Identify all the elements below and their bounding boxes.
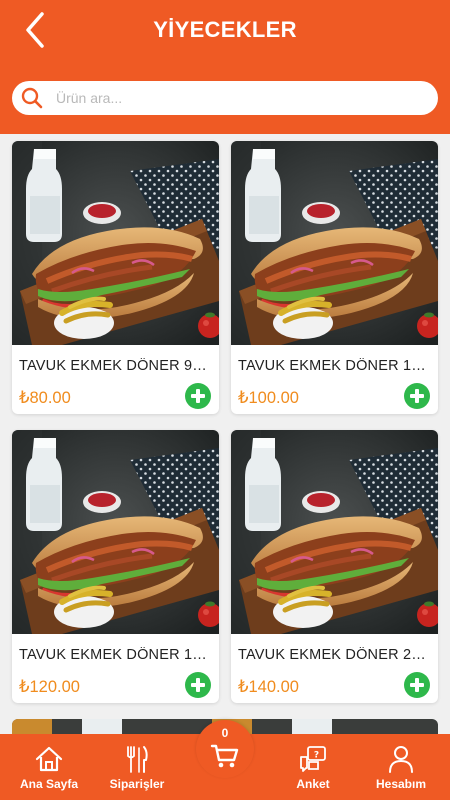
product-name: TAVUK EKMEK DÖNER 17...: [19, 647, 213, 663]
product-image[interactable]: [12, 141, 219, 345]
search-bar[interactable]: [12, 81, 438, 115]
tab-label: Anket: [296, 777, 330, 791]
svg-text:?: ?: [314, 751, 319, 761]
search-input[interactable]: [56, 81, 426, 115]
search-icon[interactable]: [20, 86, 44, 110]
product-price: ₺140.00: [238, 678, 299, 696]
cart-button[interactable]: 0: [196, 720, 254, 778]
add-to-cart-button[interactable]: [185, 672, 211, 698]
tab-orders[interactable]: Siparişler: [96, 734, 178, 800]
product-grid: TAVUK EKMEK DÖNER 90... ₺80.00 TAVUK EKM…: [0, 134, 450, 734]
add-to-cart-button[interactable]: [404, 383, 430, 409]
product-card[interactable]: TAVUK EKMEK DÖNER 13... ₺100.00: [231, 141, 438, 414]
product-card[interactable]: TAVUK EKMEK DÖNER 90... ₺80.00: [12, 141, 219, 414]
product-price: ₺80.00: [19, 389, 71, 407]
user-icon: [389, 746, 413, 773]
page-title: YİYECEKLER: [153, 17, 297, 42]
product-name: TAVUK EKMEK DÖNER 90...: [19, 358, 213, 374]
product-name: TAVUK EKMEK DÖNER 21...: [238, 647, 432, 663]
tab-account[interactable]: Hesabım: [360, 734, 442, 800]
tab-survey[interactable]: ? Anket: [272, 734, 354, 800]
tab-label: Siparişler: [109, 777, 165, 791]
product-card[interactable]: TAVUK EKMEK DÖNER 21... ₺140.00: [231, 430, 438, 703]
tab-label: Ana Sayfa: [19, 777, 79, 791]
product-image[interactable]: [231, 430, 438, 634]
product-price: ₺120.00: [19, 678, 80, 696]
home-icon: [35, 746, 63, 772]
product-image[interactable]: [12, 430, 219, 634]
product-price: ₺100.00: [238, 389, 299, 407]
app-header: YİYECEKLER: [0, 0, 450, 134]
cart-count-badge: 0: [221, 726, 229, 740]
product-image[interactable]: [231, 141, 438, 345]
add-to-cart-button[interactable]: [185, 383, 211, 409]
add-to-cart-button[interactable]: [404, 672, 430, 698]
survey-chat-icon: ?: [300, 746, 326, 772]
product-name: TAVUK EKMEK DÖNER 13...: [238, 358, 432, 374]
tab-label: Hesabım: [375, 777, 427, 791]
fork-knife-icon: [127, 746, 148, 773]
product-card[interactable]: TAVUK EKMEK DÖNER 17... ₺120.00: [12, 430, 219, 703]
tab-home[interactable]: Ana Sayfa: [8, 734, 90, 800]
cart-icon: [210, 744, 239, 768]
